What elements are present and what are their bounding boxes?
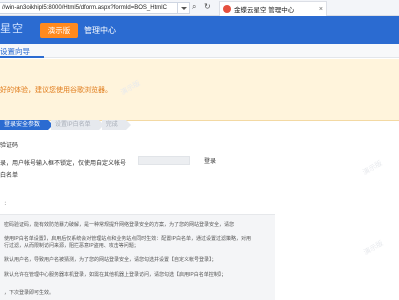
option-captcha[interactable]: 验证码 xyxy=(0,140,18,149)
help-line: 密码验证码，能有效防范暴力破解，是一种常规提升网络登录安全的方案，为了您的网站登… xyxy=(4,222,235,228)
browser-action-icons: ⌕ ↻ xyxy=(192,3,212,13)
brand-logo: 星空 xyxy=(0,23,24,35)
option-custom-account[interactable]: 录，用户帐号输入框不锁定，仅使用自定义帐号 xyxy=(0,158,126,167)
browser-warning-banner: 好的体验，建议您使用谷歌浏览器。 xyxy=(0,59,399,121)
demo-button[interactable]: 演示版 xyxy=(40,23,78,38)
browser-toolbar: //win-an3oikhipl5:8000/Html5/dform.aspx?… xyxy=(0,0,399,16)
custom-account-input[interactable] xyxy=(138,156,190,165)
wizard-steps: 登录安全参数 设置IP白名单 完成 xyxy=(0,120,131,132)
address-dropdown-icon[interactable] xyxy=(178,2,190,14)
step-login-security[interactable]: 登录安全参数 xyxy=(0,120,54,130)
help-line: 默认用户名，导致用户名被猜测，为了您的网站登录安全，请您勾选并设置【自定义帐号登… xyxy=(4,257,217,263)
active-tab-indicator xyxy=(0,56,44,58)
help-panel: ： 密码验证码，能有效防范暴力破解，是一种常规提升网络登录安全的方案，为了您的网… xyxy=(0,201,275,300)
search-icon[interactable]: ⌕ xyxy=(192,3,200,11)
address-bar[interactable]: //win-an3oikhipl5:8000/Html5/dform.aspx?… xyxy=(0,2,178,14)
tab-close-icon[interactable]: × xyxy=(319,6,323,13)
app-header: 星空 演示版 管理中心 xyxy=(0,16,399,44)
help-line: ，下次登录即可生效。 xyxy=(4,290,55,296)
help-line: 使用IP白名单设置】，启用后仅系统会对管理站点和业务站点同时生效：配置IP白名单… xyxy=(4,236,251,242)
tab-title: 金蝶云星空 管理中心 xyxy=(234,7,295,14)
help-line: 行过滤，从而限制访问来源，阻拦恶意IP盗用、攻击等问题； xyxy=(4,243,139,249)
help-line: 默认允许在管理中心服务器本机登录，如需在其他机器上登录访问，请您勾选【启用IP白… xyxy=(4,272,227,278)
warning-text: 好的体验，建议您使用谷歌浏览器。 xyxy=(0,87,112,94)
refresh-icon[interactable]: ↻ xyxy=(204,3,212,11)
step-finish[interactable]: 完成 xyxy=(101,120,131,130)
step-ip-whitelist[interactable]: 设置IP白名单 xyxy=(51,120,104,130)
favicon-icon xyxy=(223,5,231,13)
help-heading: ： xyxy=(4,201,10,207)
watermark: 演示版 xyxy=(361,160,384,177)
watermark: 演示版 xyxy=(362,240,385,257)
option-ip-whitelist[interactable]: 白名单 xyxy=(0,170,18,179)
browser-tab[interactable]: 金蝶云星空 管理中心 × xyxy=(219,1,327,16)
login-label: 登录 xyxy=(204,159,217,165)
nav-management-center[interactable]: 管理中心 xyxy=(84,25,116,36)
page-tab-bar: 设置向导 xyxy=(0,44,399,58)
